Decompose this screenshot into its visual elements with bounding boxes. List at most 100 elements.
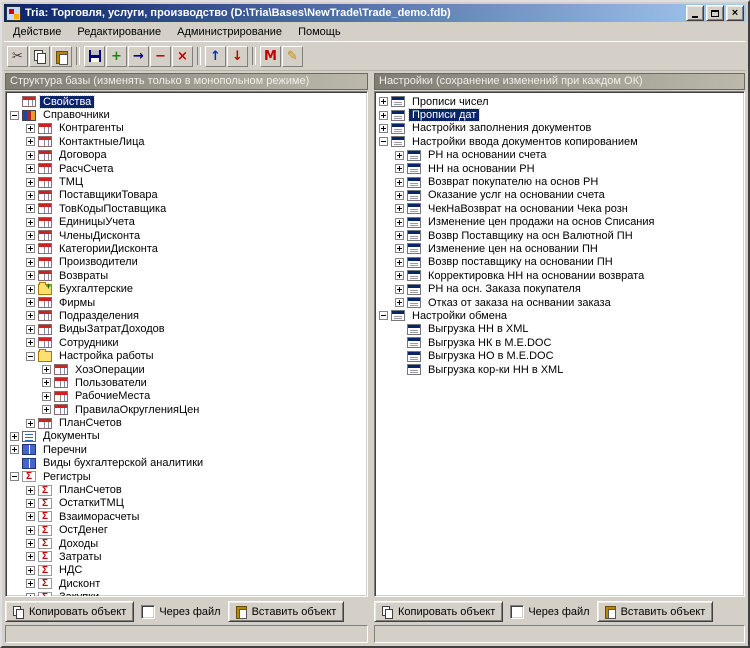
tree-node[interactable]: НН на основании РН <box>379 162 742 175</box>
tree-node[interactable]: Настройки обмена <box>379 309 742 322</box>
tree-node-label[interactable]: ПоставщикиТовара <box>56 189 161 201</box>
expand-icon[interactable] <box>395 217 404 227</box>
collapse-icon[interactable] <box>379 137 388 147</box>
tree-node-label[interactable]: Бухгалтерские <box>56 283 136 295</box>
via-file-checkbox[interactable]: Через файл <box>510 604 590 619</box>
expand-icon[interactable] <box>395 190 404 200</box>
tree-node[interactable]: Выгрузка кор-ки НН в XML <box>379 363 742 376</box>
structure-tree[interactable]: Свойства Справочники Контрагенты Контактные… <box>5 91 368 597</box>
expand-icon[interactable] <box>42 365 51 374</box>
expand-icon[interactable] <box>42 378 51 388</box>
expand-icon[interactable] <box>379 97 388 107</box>
expand-icon[interactable] <box>26 177 35 187</box>
tree-node-label[interactable]: ПланСчетов <box>56 417 125 429</box>
tree-node[interactable]: Договора <box>10 149 365 162</box>
tree-node[interactable]: Сотрудники <box>10 336 365 349</box>
expand-icon[interactable] <box>26 284 35 294</box>
tree-node[interactable]: ЧекНаВозврат на основании Чека розн <box>379 202 742 215</box>
tree-node-label[interactable]: Отказ от заказа на оснвании заказа <box>425 297 614 309</box>
tree-node-label[interactable]: РН на основании счета <box>425 149 550 161</box>
expand-icon[interactable] <box>26 217 35 227</box>
paste-object-button[interactable]: Вставить объект <box>227 601 345 622</box>
tree-node-label[interactable]: ЕдиницыУчета <box>56 216 138 228</box>
expand-icon[interactable] <box>395 164 404 174</box>
tree-node-label[interactable]: Изменение цен на основании ПН <box>425 243 601 255</box>
collapse-icon[interactable] <box>26 351 35 361</box>
tree-node[interactable]: Перечни <box>10 443 365 456</box>
tree-node-label[interactable]: ВидыЗатратДоходов <box>56 323 168 335</box>
tree-node[interactable]: Дисконт <box>10 577 365 590</box>
expand-icon[interactable] <box>395 257 404 267</box>
expand-icon[interactable] <box>379 123 388 133</box>
tree-node-label[interactable]: Доходы <box>56 538 101 550</box>
expand-icon[interactable] <box>26 204 35 214</box>
tree-node-label[interactable]: Оказание услг на основании счета <box>425 189 608 201</box>
expand-icon[interactable] <box>26 418 35 428</box>
paste-object-button[interactable]: Вставить объект <box>596 601 714 622</box>
toolbar-save-button[interactable] <box>84 45 105 67</box>
tree-node-label[interactable]: КатегорииДисконта <box>56 243 161 255</box>
tree-node[interactable]: ПланСчетов <box>10 483 365 496</box>
tree-node[interactable]: Возврат покупателю на основ РН <box>379 175 742 188</box>
tree-node-label[interactable]: Возвраты <box>56 270 111 282</box>
expand-icon[interactable] <box>26 190 35 200</box>
toolbar-move-down-button[interactable]: ↓ <box>227 45 248 67</box>
toolbar-paste-button[interactable] <box>51 45 72 67</box>
tree-node[interactable]: Настройка работы <box>10 348 365 362</box>
tree-node-label[interactable]: Сотрудники <box>56 337 122 349</box>
expand-icon[interactable] <box>395 244 404 254</box>
expand-icon[interactable] <box>26 525 35 535</box>
expand-icon[interactable] <box>26 324 35 334</box>
tree-node-label[interactable]: Пользователи <box>72 377 150 389</box>
titlebar[interactable]: Tria: Торговля, услуги, производство (D:… <box>4 4 746 22</box>
tree-node[interactable]: Пользователи <box>10 376 365 389</box>
tree-node-label[interactable]: НН на основании РН <box>425 163 538 175</box>
tree-node[interactable]: Возвраты <box>10 269 365 282</box>
expand-icon[interactable] <box>395 298 404 308</box>
tree-node-label[interactable]: Регистры <box>40 471 94 483</box>
tree-node[interactable]: Фирмы <box>10 296 365 309</box>
toolbar-delete-button[interactable]: − <box>150 45 171 67</box>
tree-node[interactable]: Контрагенты <box>10 122 365 135</box>
menu-item-2[interactable]: Администрирование <box>169 24 290 40</box>
tree-node-label[interactable]: Затраты <box>56 551 105 563</box>
collapse-icon[interactable] <box>379 311 388 321</box>
collapse-icon[interactable] <box>10 110 19 120</box>
tree-node-label[interactable]: Настройки обмена <box>409 310 510 322</box>
tree-node-label[interactable]: Справочники <box>40 109 113 121</box>
menu-item-3[interactable]: Помощь <box>290 24 349 40</box>
tree-node[interactable]: ХозОперации <box>10 363 365 376</box>
tree-node-label[interactable]: РасчСчета <box>56 163 117 175</box>
tree-node-label[interactable]: ЧленыДисконта <box>56 230 143 242</box>
tree-node[interactable]: ПланСчетов <box>10 416 365 429</box>
tree-node[interactable]: Возвр Поставщику на осн Валютной ПН <box>379 229 742 242</box>
expand-icon[interactable] <box>395 271 404 281</box>
tree-node-label[interactable]: Возвр Поставщику на осн Валютной ПН <box>425 230 636 242</box>
expand-icon[interactable] <box>26 512 35 522</box>
tree-node-label[interactable]: КонтактныеЛица <box>56 136 148 148</box>
tree-node[interactable]: ОстДенег <box>10 524 365 537</box>
expand-icon[interactable] <box>26 271 35 281</box>
tree-node-label[interactable]: Выгрузка НО в M.E.DOC <box>425 350 557 362</box>
maximize-button[interactable] <box>706 5 724 21</box>
tree-node[interactable]: Виды бухгалтерской аналитики <box>10 457 365 470</box>
tree-node-label[interactable]: ТМЦ <box>56 176 86 188</box>
tree-node[interactable]: Изменение цен на основании ПН <box>379 242 742 255</box>
toolbar-cancel-button[interactable]: × <box>172 45 193 67</box>
toolbar-add-button[interactable]: + <box>106 45 127 67</box>
tree-node[interactable]: Взаиморасчеты <box>10 510 365 523</box>
expand-icon[interactable] <box>10 445 19 455</box>
expand-icon[interactable] <box>395 284 404 294</box>
expand-icon[interactable] <box>26 552 35 562</box>
expand-icon[interactable] <box>10 431 19 441</box>
tree-node[interactable]: ВидыЗатратДоходов <box>10 323 365 336</box>
tree-node-label[interactable]: Фирмы <box>56 297 98 309</box>
tree-node-label[interactable]: ПланСчетов <box>56 484 125 496</box>
tree-node-label[interactable]: Перечни <box>40 444 90 456</box>
tree-node-label[interactable]: НДС <box>56 564 85 576</box>
expand-icon[interactable] <box>26 231 35 241</box>
tree-node-label[interactable]: РН на осн. Заказа покупателя <box>425 283 584 295</box>
tree-node-label[interactable]: Виды бухгалтерской аналитики <box>40 457 206 469</box>
tree-node[interactable]: Доходы <box>10 537 365 550</box>
tree-node[interactable]: ПоставщикиТовара <box>10 189 365 202</box>
